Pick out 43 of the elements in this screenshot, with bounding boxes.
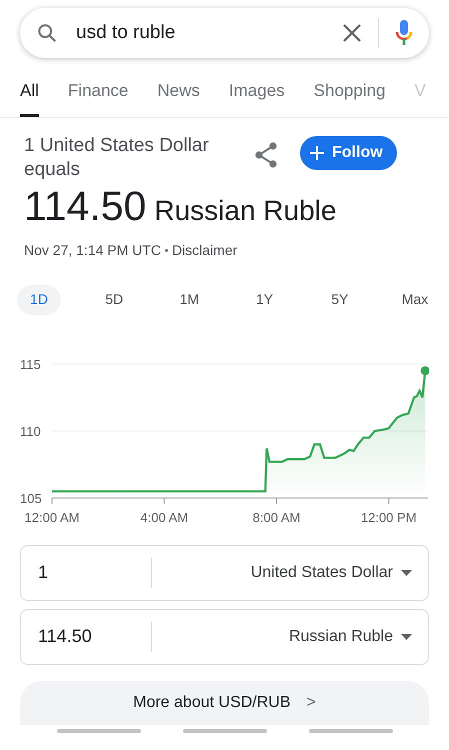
x-axis-label: 8:00 AM (252, 510, 300, 524)
search-icon (36, 22, 58, 44)
close-icon[interactable] (342, 23, 362, 43)
range-tab[interactable]: Max (392, 284, 437, 314)
timestamp: Nov 27, 1:14 PM UTC (24, 240, 161, 260)
y-axis-label: 110 (20, 424, 41, 438)
y-axis-label: 115 (20, 356, 41, 372)
y-axis-label: 105 (20, 490, 42, 506)
separator-dot (164, 248, 168, 252)
currency-name: Russian Ruble (154, 194, 336, 228)
plus-icon (310, 146, 324, 160)
follow-button[interactable]: Follow (300, 136, 397, 170)
search-field[interactable]: usd to ruble (74, 18, 326, 48)
search-tab[interactable]: News (157, 74, 200, 116)
search-bar[interactable]: usd to ruble (20, 8, 429, 58)
range-tab[interactable]: 1Y (242, 284, 287, 314)
disclaimer-link[interactable]: Disclaimer (172, 240, 238, 260)
x-axis-label: 12:00 AM (24, 510, 80, 524)
converter-field[interactable]: 114.50 Russian Ruble (20, 608, 429, 664)
microphone-icon[interactable] (395, 19, 413, 47)
more-button[interactable]: More about USD/RUB > (20, 680, 429, 724)
range-tab[interactable]: 1M (167, 284, 212, 314)
current-point (420, 366, 429, 375)
chevron-icon: > (306, 690, 316, 714)
caret-icon[interactable] (401, 634, 412, 640)
search-tab[interactable]: Finance (68, 74, 128, 116)
amount-field[interactable]: 1 (21, 558, 151, 587)
converter-field[interactable]: 1 United States Dollar (20, 544, 429, 600)
currency-dropdown[interactable]: United States Dollar (250, 560, 393, 584)
currency-dropdown[interactable]: Russian Ruble (288, 624, 393, 648)
range-tab[interactable]: 1D (17, 284, 61, 314)
amount-field[interactable]: 114.50 (21, 622, 151, 651)
search-tab[interactable]: Images (228, 74, 285, 116)
search-tab[interactable]: All (20, 74, 39, 116)
conversion-label: 1 United States Dollar equals (24, 134, 210, 182)
x-axis-label: 4:00 AM (140, 510, 188, 524)
exchange-rate: 114.50 (24, 182, 146, 230)
range-tab[interactable]: 5D (92, 284, 136, 314)
share-icon[interactable] (254, 142, 278, 168)
x-axis-label: 12:00 PM (360, 510, 417, 524)
range-tab[interactable]: 5Y (318, 284, 362, 314)
caret-icon[interactable] (401, 570, 412, 576)
search-tab[interactable]: Shopping (314, 74, 386, 116)
